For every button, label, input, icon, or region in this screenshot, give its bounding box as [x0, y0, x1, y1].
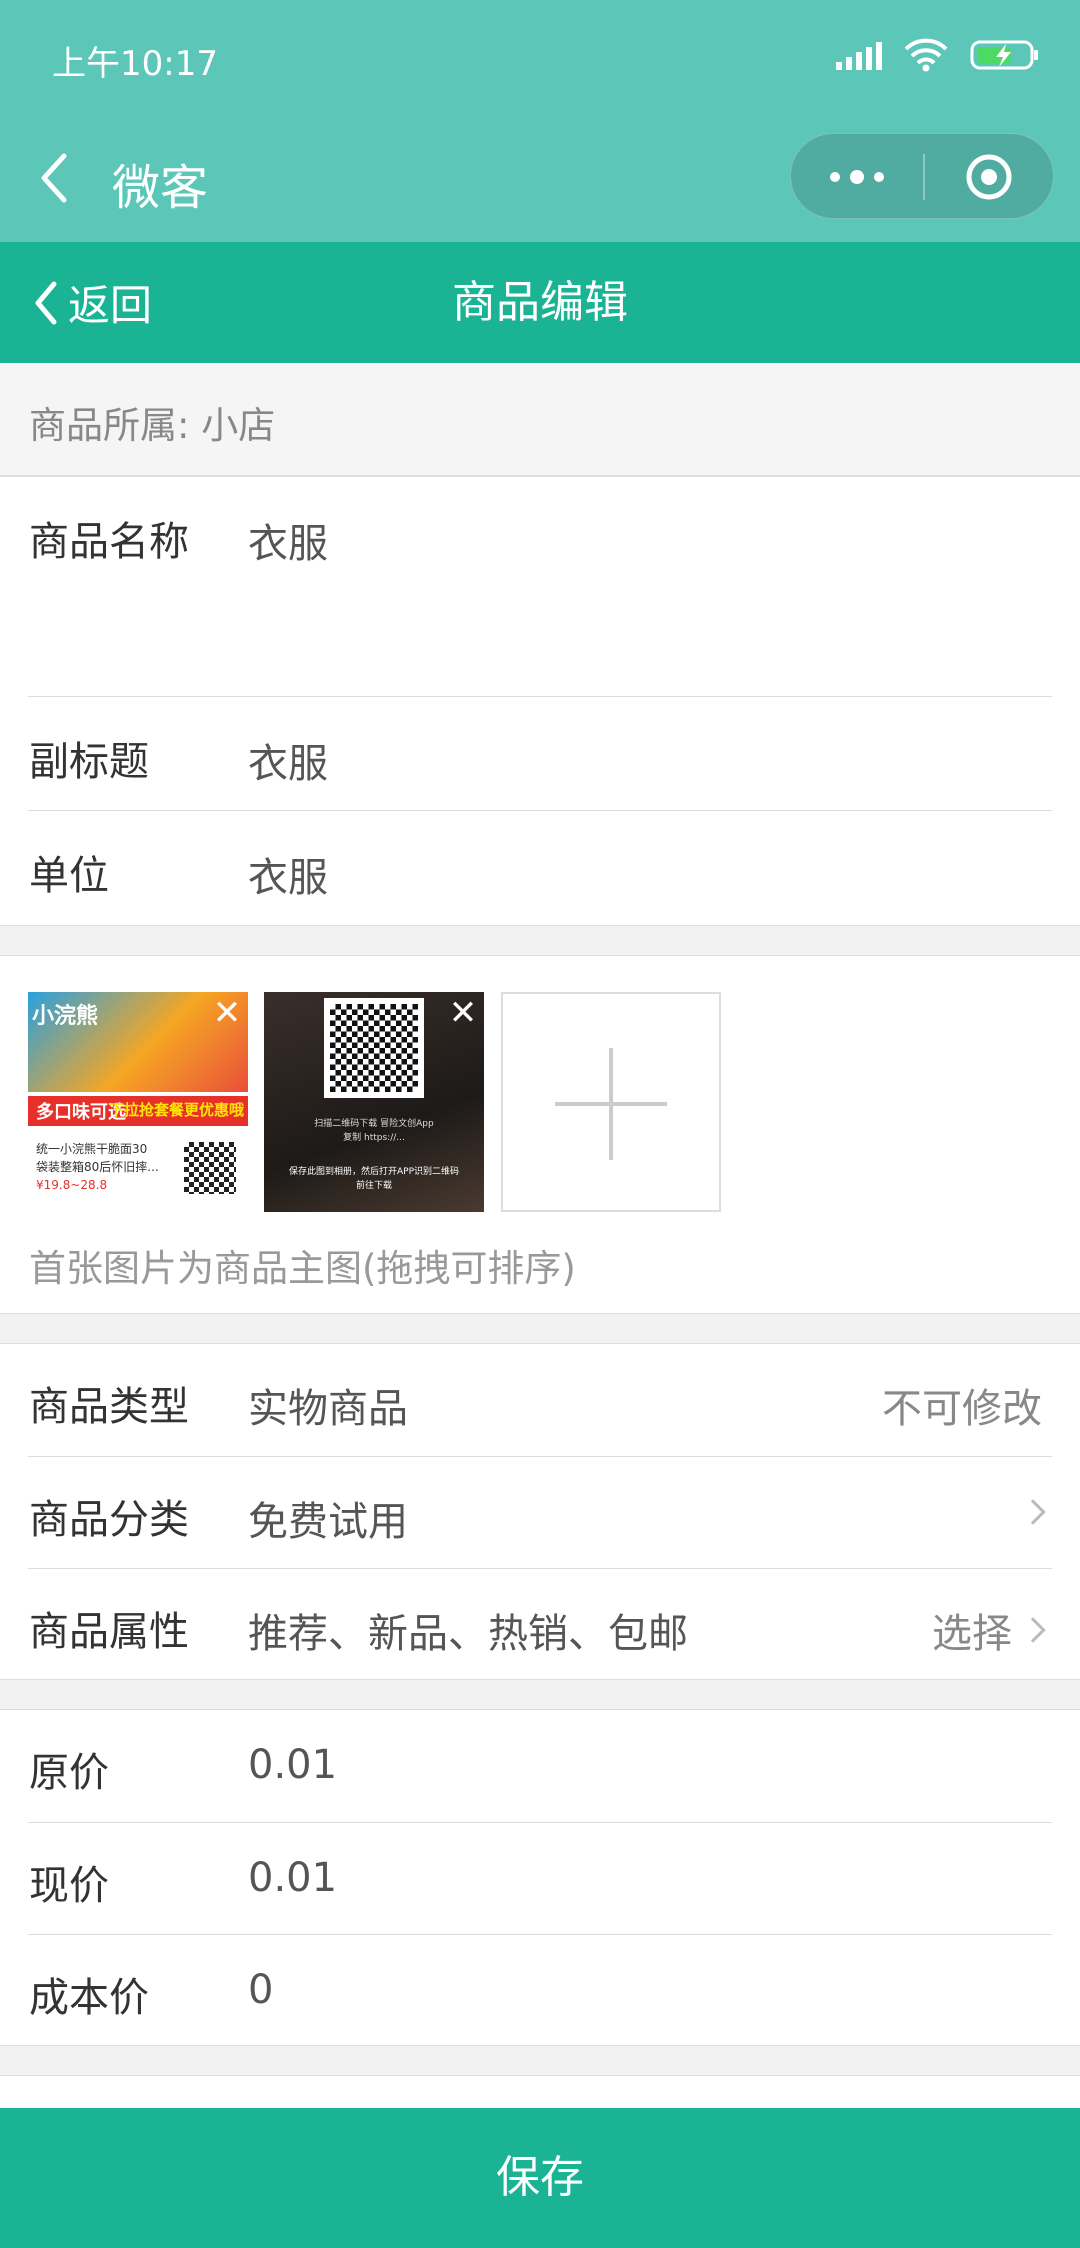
- select-label: 选择: [932, 1611, 1012, 1657]
- back-button[interactable]: 返回: [32, 242, 152, 363]
- qr-code-icon: [184, 1142, 236, 1194]
- original-price-row[interactable]: 原价 0.01: [0, 1710, 1080, 1823]
- current-price-input[interactable]: 0.01: [248, 1855, 337, 1901]
- basic-info-card: 商品名称 衣服 副标题 衣服 单位 衣服: [0, 476, 1080, 926]
- chevron-right-icon: [1020, 1499, 1046, 1525]
- subtitle-label: 副标题: [29, 739, 149, 785]
- category-label: 商品分类: [29, 1497, 189, 1543]
- wifi-icon: [904, 38, 948, 72]
- product-type-row: 商品类型 实物商品 不可修改: [0, 1344, 1080, 1457]
- image-brand-text: 小浣熊: [32, 1004, 99, 1029]
- select-attributes-button[interactable]: 选择: [932, 1601, 1046, 1659]
- cost-price-row[interactable]: 成本价 0: [0, 1935, 1080, 2047]
- product-image-1[interactable]: 小浣熊 多口味可选 下拉抢套餐更优惠哦 统一小浣熊干脆面30 袋装整箱80后怀旧…: [28, 992, 248, 1212]
- name-row[interactable]: 商品名称 衣服: [0, 477, 1080, 697]
- not-editable-text: 不可修改: [882, 1386, 1042, 1432]
- image-text-4: 前往下载: [355, 1181, 392, 1191]
- remove-image-2-icon[interactable]: ✕: [446, 996, 480, 1030]
- product-image-2[interactable]: 扫描二维码下载 冒险文创App 复制 https://... 保存此图到相册，然…: [264, 992, 484, 1212]
- save-button[interactable]: 保存: [0, 2108, 1080, 2248]
- attributes-value: 推荐、新品、热销、包邮: [248, 1611, 688, 1657]
- subtitle-input[interactable]: 衣服: [248, 731, 328, 789]
- chevron-left-icon: [35, 281, 57, 324]
- cost-price-label: 成本价: [29, 1975, 149, 2021]
- attributes-label: 商品属性: [29, 1609, 189, 1655]
- category-row[interactable]: 商品分类 免费试用: [0, 1457, 1080, 1569]
- subtitle-row[interactable]: 副标题 衣服: [0, 697, 1080, 811]
- type-card: 商品类型 实物商品 不可修改 商品分类 免费试用 商品属性 推荐、新品、热销、包…: [0, 1343, 1080, 1680]
- back-arrow-icon[interactable]: [36, 150, 76, 206]
- remove-image-1-icon[interactable]: ✕: [210, 996, 244, 1030]
- product-type-label: 商品类型: [29, 1384, 189, 1430]
- close-miniprogram-icon[interactable]: [923, 134, 1055, 220]
- attributes-row[interactable]: 商品属性 推荐、新品、热销、包邮 选择: [0, 1569, 1080, 1681]
- unit-label: 单位: [29, 853, 109, 899]
- category-chevron: [1020, 1499, 1046, 1525]
- current-price-label: 现价: [29, 1863, 109, 1909]
- image-price: ¥19.8~28.8: [36, 1178, 108, 1192]
- product-owner: 商品所属: 小店: [0, 363, 1080, 476]
- image-hint: 首张图片为商品主图(拖拽可排序): [29, 1247, 576, 1290]
- page-header: 商品编辑 返回: [0, 242, 1080, 363]
- cost-price-input[interactable]: 0: [248, 1967, 273, 2013]
- category-value: 免费试用: [248, 1499, 408, 1545]
- qr-code-icon: [324, 998, 424, 1098]
- back-label: 返回: [68, 281, 153, 330]
- original-price-input[interactable]: 0.01: [248, 1742, 337, 1788]
- capsule-menu: [790, 133, 1054, 219]
- original-price-label: 原价: [29, 1750, 109, 1796]
- price-card: 原价 0.01 现价 0.01 成本价 0: [0, 1709, 1080, 2046]
- top-bar: 上午10:17 微客: [0, 0, 1080, 242]
- images-card: 小浣熊 多口味可选 下拉抢套餐更优惠哦 统一小浣熊干脆面30 袋装整箱80后怀旧…: [0, 955, 1080, 1314]
- image-banner: 多口味可选 下拉抢套餐更优惠哦: [28, 1096, 248, 1126]
- page-title: 商品编辑: [452, 277, 628, 328]
- owner-text: 商品所属: 小店: [29, 404, 276, 447]
- image-text-1: 扫描二维码下载 冒险文创App: [314, 1119, 434, 1129]
- chevron-right-icon: [1020, 1617, 1046, 1643]
- app-title: 微客: [112, 160, 209, 216]
- more-icon[interactable]: [791, 134, 923, 220]
- image-desc-2: 袋装整箱80后怀旧摔...: [36, 1160, 159, 1174]
- unit-input[interactable]: 衣服: [248, 845, 328, 903]
- product-type-value: 实物商品: [248, 1386, 408, 1432]
- image-desc-1: 统一小浣熊干脆面30: [36, 1142, 148, 1156]
- name-label: 商品名称: [29, 519, 189, 565]
- status-time: 上午10:17: [52, 44, 218, 84]
- name-input[interactable]: 衣服: [248, 511, 328, 569]
- current-price-row[interactable]: 现价 0.01: [0, 1823, 1080, 1935]
- battery-icon: [970, 38, 1040, 72]
- plus-icon-vertical: [609, 1048, 613, 1160]
- status-icons: [836, 38, 1040, 72]
- unit-row[interactable]: 单位 衣服: [0, 811, 1080, 925]
- add-image-button[interactable]: [501, 992, 721, 1212]
- signal-icon: [836, 40, 882, 70]
- image-banner-right: 下拉抢套餐更优惠哦: [108, 1101, 244, 1119]
- image-text-3: 保存此图到相册，然后打开APP识别二维码: [288, 1167, 459, 1177]
- image-text-2: 复制 https://...: [343, 1133, 405, 1143]
